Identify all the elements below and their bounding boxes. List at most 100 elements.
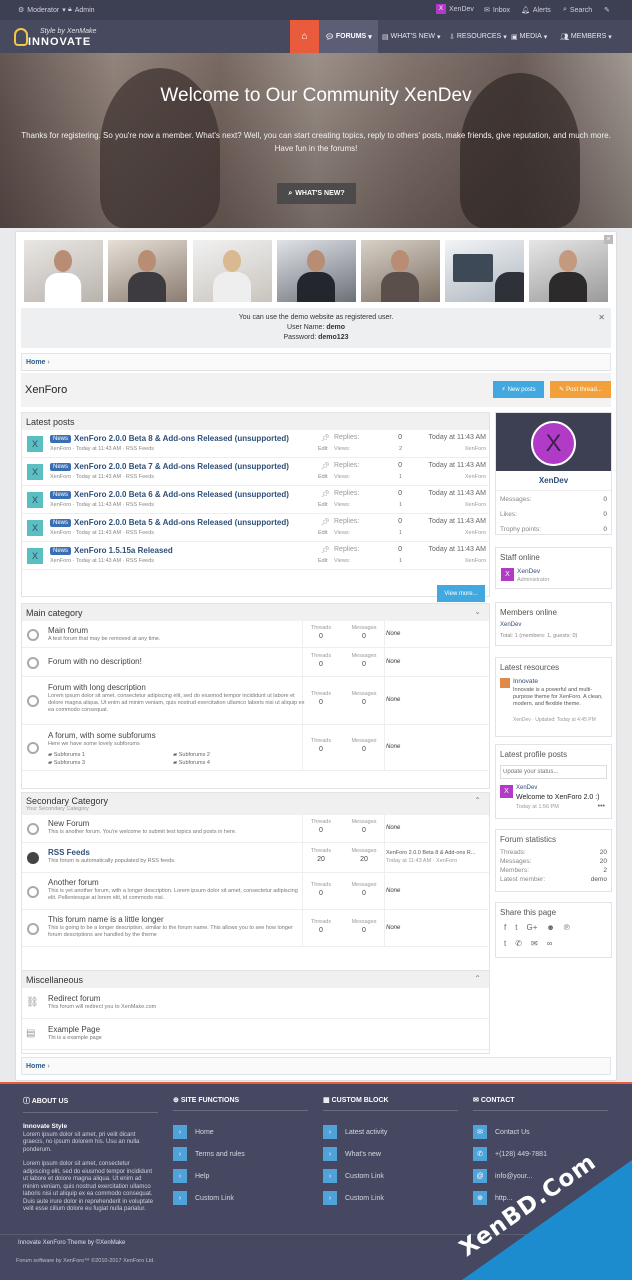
inbox-link[interactable]: ✉ Inbox [484,6,510,15]
footer-link[interactable]: › What's new [323,1143,458,1165]
thread-title[interactable]: XenForo 2.0.0 Beta 6 & Add-ons Released … [74,490,289,499]
alerts-link[interactable]: 🔔︎ Alerts [521,6,551,15]
forum-node[interactable]: Main forum A test forum that may be remov… [22,621,489,648]
whats-new-button[interactable]: ⌕ WHAT'S NEW? [277,183,356,204]
last-post[interactable]: XenForo 2.0.0 Beta 8 & Add-ons R... [386,850,486,856]
prefix-badge[interactable]: News [50,435,72,443]
last-post-date[interactable]: Today at 11:43 AM [429,490,486,497]
footer-link[interactable]: › Latest activity [323,1121,458,1143]
edit-link[interactable]: Edit [318,530,327,536]
close-icon[interactable]: × [604,235,613,244]
post-thread-button[interactable]: ✎ Post thread... [550,381,611,398]
last-post-author[interactable]: XenForo [465,446,486,452]
footer-link[interactable]: › Custom Link [173,1187,308,1209]
category-title[interactable]: Main category [26,608,83,618]
chevron-up-icon[interactable]: ⌃ [474,796,481,805]
status-input[interactable] [500,765,607,779]
subforum-link[interactable]: ▰ Subforums 3 [48,760,173,766]
close-icon[interactable]: ✕ [598,313,605,323]
avatar[interactable]: X [500,785,513,798]
forum-title[interactable]: Forum with no description! [48,657,142,666]
forum-title[interactable]: Another forum [48,878,99,887]
edit-link[interactable]: Edit [318,502,327,508]
admin-link[interactable]: 🔒︎ Admin [68,6,95,14]
nav-whats-new[interactable]: ▤ WHAT'S NEW ▾ [382,20,441,53]
view-more-button[interactable]: View more... [437,585,485,602]
thumbnail-image[interactable] [24,240,103,302]
search-link[interactable]: ⌕ Search [563,6,592,14]
thumbnail-image[interactable] [108,240,187,302]
thumbnail-image[interactable] [529,240,608,302]
google-plus-icon[interactable]: G+ [526,923,537,932]
style-chooser[interactable]: ✎ [604,6,610,14]
forum-link-node[interactable]: ▤ Example Page Thi is a example page [22,1019,489,1050]
thread-title[interactable]: XenForo 2.0.0 Beta 5 & Add-ons Released … [74,518,289,527]
last-post-author[interactable]: XenForo [465,502,486,508]
forum-title[interactable]: This forum name is a little longer [48,915,164,924]
breadcrumb-home[interactable]: Home [26,1063,45,1070]
edit-link[interactable]: Edit [318,474,327,480]
twitter-icon[interactable]: t [515,923,517,932]
forum-title[interactable]: Main forum [48,626,88,635]
latest-post-item[interactable]: X News XenForo 2.0.0 Beta 6 & Add-ons Rele… [22,486,489,514]
nav-resources[interactable]: ⇩ RESOURCES ▾ [449,20,507,53]
forum-link-node[interactable]: ⛓ Redirect forum This forum will redirect … [22,988,489,1019]
chevron-down-icon[interactable]: ⌄ [474,607,481,616]
moderator-link[interactable]: ⚙ Moderator ▾ [18,6,66,15]
last-post-date[interactable]: Today at 11:43 AM [429,462,486,469]
last-post-date[interactable]: Today at 11:43 AM [429,518,486,525]
new-posts-button[interactable]: ⚡︎ New posts [493,381,544,398]
user-menu[interactable]: X XenDev [436,4,474,14]
facebook-icon[interactable]: f [504,923,506,932]
link-icon[interactable]: ∞ [547,939,553,948]
forum-title[interactable]: Forum with long description [48,683,146,692]
nav-forums[interactable]: 💬︎ FORUMS ▾ [319,20,378,53]
avatar[interactable]: X [501,568,514,581]
breadcrumb-home[interactable]: Home [26,359,45,366]
prefix-badge[interactable]: News [50,463,72,471]
member-name[interactable]: XenDev [496,471,611,491]
forum-title[interactable]: New Forum [48,819,89,828]
subforum-link[interactable]: ▰ Subforums 2 [173,752,298,758]
avatar[interactable]: X [27,520,43,536]
whatsapp-icon[interactable]: ✆ [515,939,522,948]
category-title[interactable]: Secondary Category [26,796,485,806]
theme-credit[interactable]: Innovate XenForo Theme by ©XenMake [18,1240,125,1246]
reddit-icon[interactable]: ☻ [546,923,554,932]
nav-media[interactable]: ▣ MEDIA ▾ [511,20,547,53]
last-post-date[interactable]: Today at 11:43 AM [429,546,486,553]
thumbnail-image[interactable] [277,240,356,302]
avatar[interactable]: X [27,548,43,564]
forum-node[interactable]: This forum name is a little longer This i… [22,910,489,947]
last-post-author[interactable]: XenForo [465,530,486,536]
forum-node[interactable]: Another forum This is yet another forum, … [22,873,489,910]
nav-home[interactable]: ⌂ [290,20,319,53]
email-icon[interactable]: ✉ [531,939,538,948]
subforum-link[interactable]: ▰ Subforums 1 [48,752,173,758]
prefix-badge[interactable]: News [50,519,72,527]
pinterest-icon[interactable]: ℗ [564,923,570,932]
category-title[interactable]: Miscellaneous [26,975,83,985]
footer-link[interactable]: › Terms and rules [173,1143,308,1165]
prefix-badge[interactable]: News [50,491,72,499]
last-post-author[interactable]: XenForo [465,474,486,480]
latest-post-item[interactable]: X News XenForo 2.0.0 Beta 5 & Add-ons Rele… [22,514,489,542]
forum-title[interactable]: Example Page [48,1025,100,1034]
thread-title[interactable]: XenForo 2.0.0 Beta 8 & Add-ons Released … [74,434,289,443]
avatar[interactable]: X [531,421,576,466]
last-post-date[interactable]: Today at 11:43 AM [429,434,486,441]
more-icon[interactable]: ••• [598,803,605,810]
avatar[interactable]: X [27,464,43,480]
footer-link[interactable]: › Custom Link [323,1165,458,1187]
footer-link[interactable]: › Home [173,1121,308,1143]
avatar[interactable]: X [27,436,43,452]
edit-link[interactable]: Edit [318,446,327,452]
subforum-link[interactable]: ▰ Subforums 4 [173,760,298,766]
footer-link[interactable]: › Help [173,1165,308,1187]
forum-node[interactable]: RSS Feeds This forum is automatically pop… [22,843,489,873]
latest-post-item[interactable]: X News XenForo 1.5.15a Released XenForo · T… [22,542,489,570]
forum-node[interactable]: Forum with no description! Threads 0 Messag… [22,648,489,677]
latest-post-item[interactable]: X News XenForo 2.0.0 Beta 7 & Add-ons Rele… [22,458,489,486]
avatar[interactable]: X [27,492,43,508]
forum-title[interactable]: A forum, with some subforums [48,731,156,740]
